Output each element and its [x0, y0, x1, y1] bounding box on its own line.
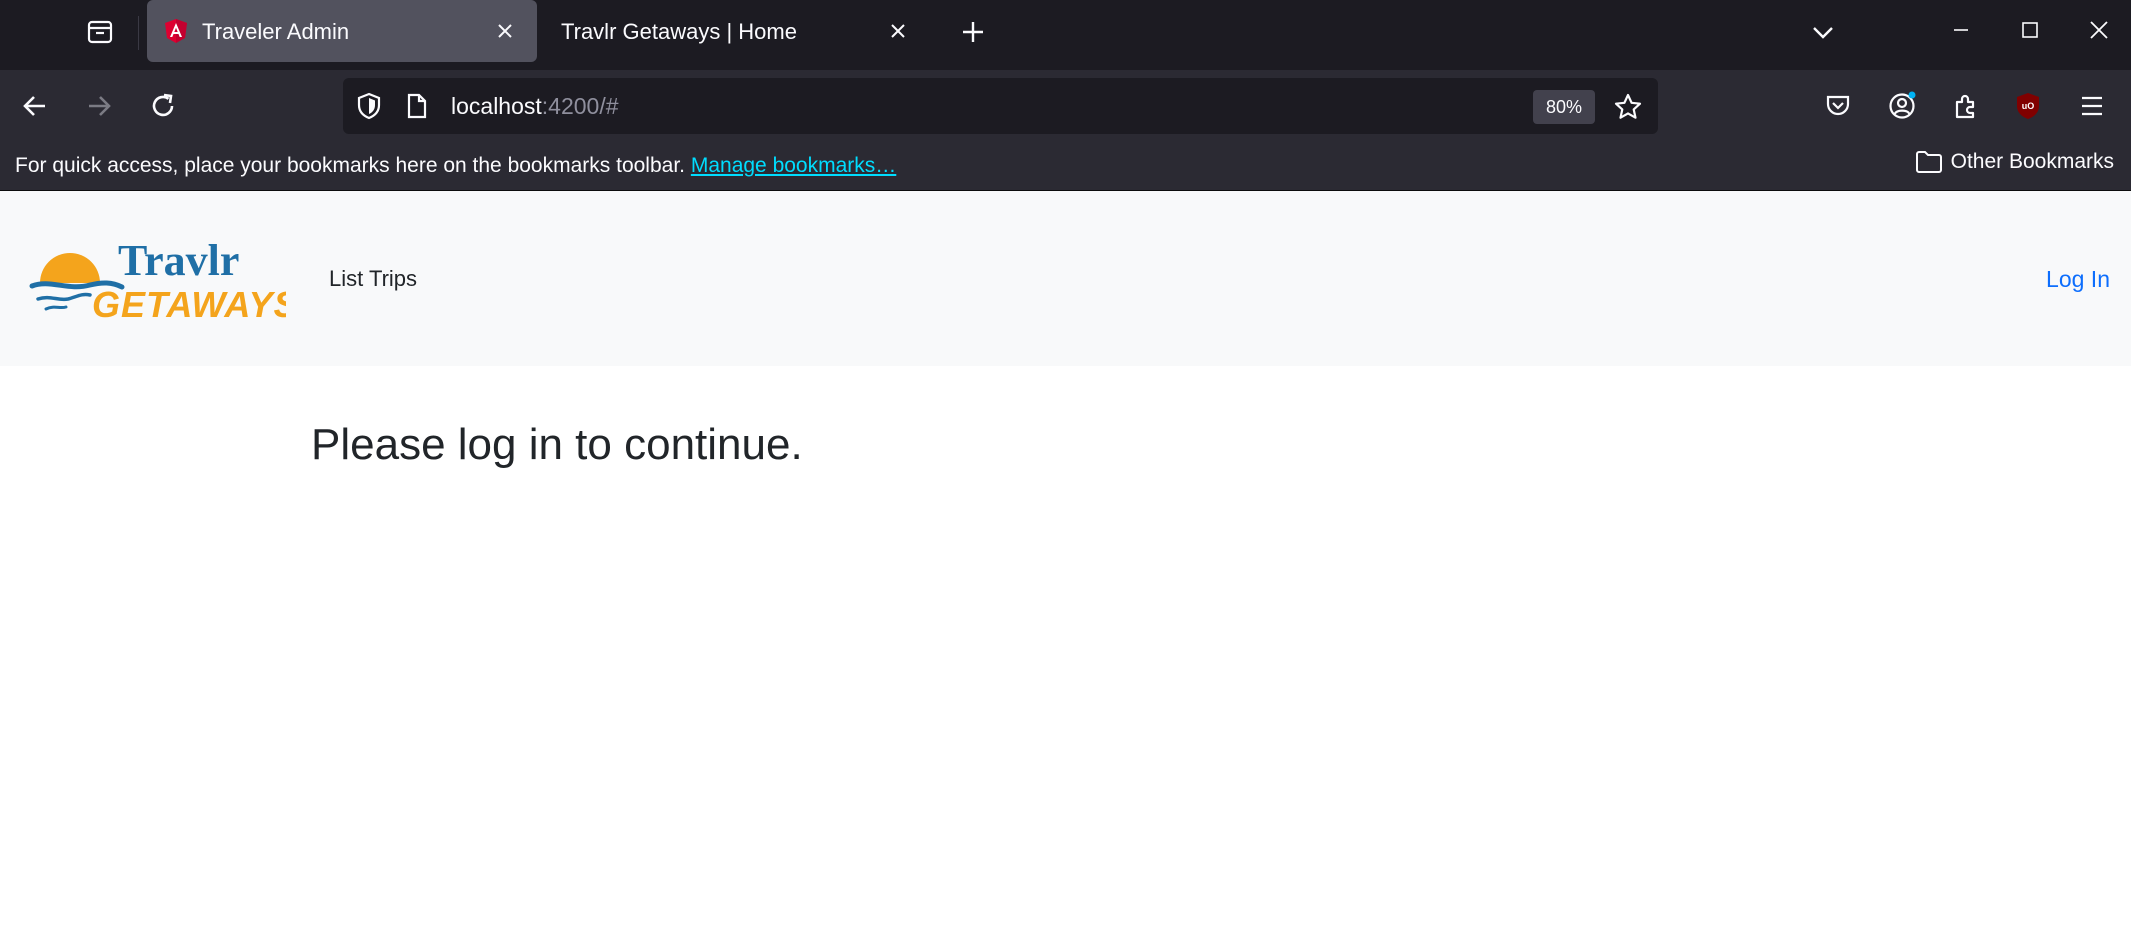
url-text[interactable]: localhost:4200/#	[451, 93, 619, 120]
pocket-button[interactable]	[1818, 86, 1858, 126]
bookmarks-hint-text: For quick access, place your bookmarks h…	[15, 154, 685, 177]
svg-text:uO: uO	[2022, 101, 2035, 111]
extensions-button[interactable]	[1946, 86, 1986, 126]
tab-strip-separator	[138, 16, 139, 50]
bookmark-star-button[interactable]	[1611, 90, 1645, 124]
back-button[interactable]	[15, 86, 55, 126]
ublock-origin-icon: uO	[2017, 93, 2039, 119]
other-bookmarks-label: Other Bookmarks	[1950, 150, 2114, 173]
puzzle-icon	[1955, 94, 1975, 119]
pocket-icon	[1826, 95, 1850, 116]
wave-shape	[36, 292, 92, 302]
close-icon	[891, 24, 905, 38]
minimize-window-button[interactable]	[1936, 10, 1986, 50]
close-window-button[interactable]	[2074, 10, 2124, 50]
url-host: localhost	[451, 93, 542, 119]
ublock-origin-button[interactable]: uO	[2008, 86, 2048, 126]
tab-strip: Traveler Admin Travlr Getaways | Home	[0, 0, 2131, 70]
list-all-tabs-button[interactable]	[1805, 14, 1841, 50]
chevron-down-icon	[1813, 27, 1833, 39]
wave-shape	[44, 305, 68, 311]
close-icon	[2090, 21, 2108, 39]
bookmarks-toolbar: For quick access, place your bookmarks h…	[0, 140, 2131, 191]
new-tab-button[interactable]	[955, 14, 991, 50]
plus-icon	[963, 22, 983, 42]
tracking-protection-button[interactable]	[355, 92, 383, 120]
close-icon	[498, 24, 512, 38]
arrow-right-icon	[89, 96, 111, 116]
minimize-icon	[1954, 29, 1968, 31]
url-bar[interactable]: localhost:4200/# 80%	[343, 78, 1658, 134]
account-icon	[1889, 91, 1916, 119]
site-navbar: Travlr GETAWAYS List Trips Log In	[0, 191, 2131, 366]
travlr-getaways-logo[interactable]: Travlr GETAWAYS	[28, 229, 286, 329]
account-button[interactable]	[1882, 86, 1922, 126]
navigation-toolbar: localhost:4200/# 80% uO	[0, 70, 2131, 140]
bookmarks-hint: For quick access, place your bookmarks h…	[15, 154, 896, 178]
nav-list-trips[interactable]: List Trips	[329, 266, 417, 292]
star-icon	[1614, 93, 1642, 119]
site-info-button[interactable]	[403, 92, 431, 120]
shield-icon	[357, 92, 381, 120]
reload-icon	[152, 93, 174, 117]
close-tab-button[interactable]	[884, 17, 912, 45]
nav-log-in[interactable]: Log In	[2046, 266, 2110, 293]
forward-button[interactable]	[79, 86, 119, 126]
tab-title: Traveler Admin	[202, 19, 350, 44]
close-tab-button[interactable]	[491, 17, 519, 45]
page-content: Travlr GETAWAYS List Trips Log In Please…	[0, 191, 2131, 937]
hamburger-menu-icon	[2082, 96, 2102, 116]
app-menu-button[interactable]	[2072, 86, 2112, 126]
firefox-view-button[interactable]	[80, 14, 120, 50]
angular-icon	[165, 19, 187, 43]
folder-icon	[1915, 151, 1942, 173]
logo-line2: GETAWAYS	[92, 284, 286, 325]
tab-travlr-getaways-home[interactable]: Travlr Getaways | Home	[540, 0, 930, 62]
zoom-indicator[interactable]: 80%	[1533, 90, 1595, 124]
firefox-view-icon	[87, 20, 113, 44]
other-bookmarks-button[interactable]: Other Bookmarks	[1915, 150, 2114, 174]
logo-line1: Travlr	[118, 236, 239, 285]
tab-traveler-admin[interactable]: Traveler Admin	[147, 0, 537, 62]
login-required-message: Please log in to continue.	[311, 420, 803, 470]
page-icon	[407, 93, 427, 119]
tab-title: Travlr Getaways | Home	[561, 19, 797, 44]
arrow-left-icon	[23, 96, 45, 116]
url-path: :4200/#	[541, 93, 619, 119]
maximize-icon	[2022, 22, 2038, 38]
reload-button[interactable]	[143, 86, 183, 126]
manage-bookmarks-link[interactable]: Manage bookmarks…	[691, 154, 896, 177]
maximize-window-button[interactable]	[2005, 10, 2055, 50]
sun-shape	[40, 253, 100, 283]
